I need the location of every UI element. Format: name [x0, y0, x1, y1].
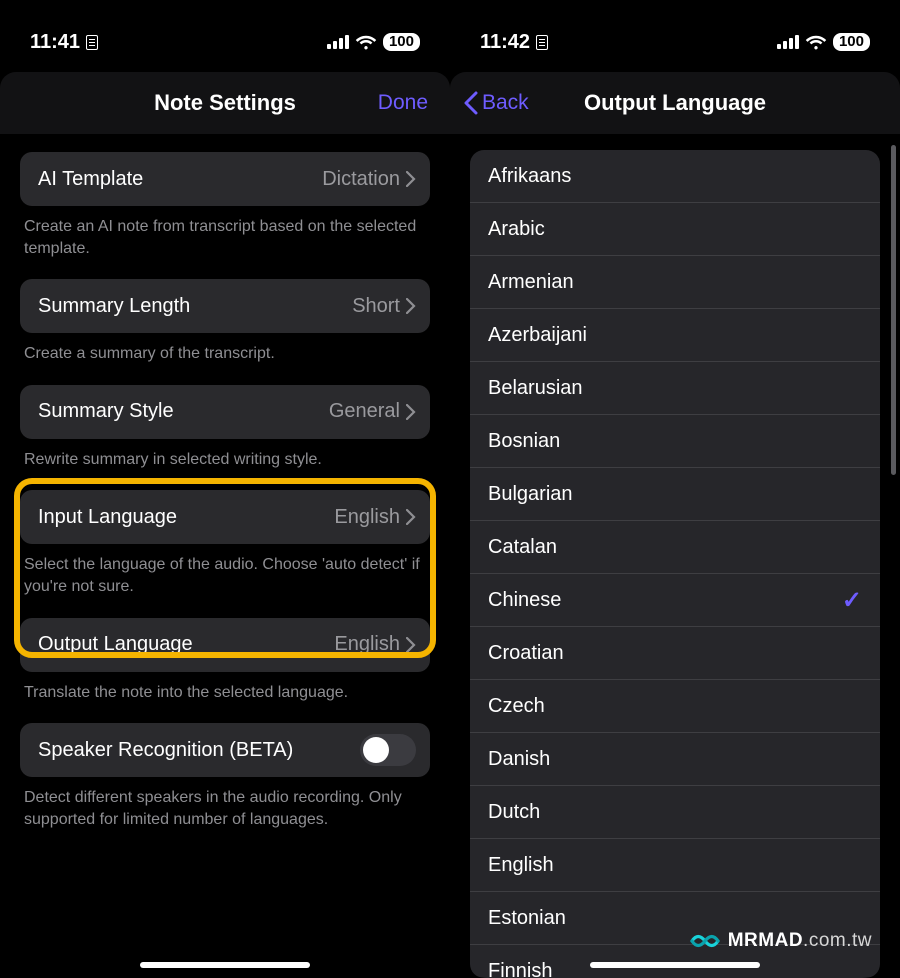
setting-label: Summary Length — [38, 295, 190, 318]
status-bar: 11:41 100 — [0, 0, 450, 60]
setting-speaker-recognition-group: Speaker Recognition (BETA) Detect differ… — [20, 723, 430, 836]
setting-ai-template-row[interactable]: AI Template Dictation — [20, 152, 430, 206]
language-label: Czech — [488, 695, 545, 718]
language-label: Arabic — [488, 218, 545, 241]
language-option[interactable]: Bulgarian — [470, 468, 880, 521]
language-label: Croatian — [488, 642, 564, 665]
nav-bar: Back Output Language — [450, 72, 900, 134]
setting-desc: Create an AI note from transcript based … — [20, 206, 430, 265]
status-right-cluster: 100 — [777, 33, 870, 51]
setting-desc: Rewrite summary in selected writing styl… — [20, 439, 430, 477]
setting-ai-template-group: AI Template Dictation Create an AI note … — [20, 152, 430, 265]
language-label: Azerbaijani — [488, 324, 587, 347]
chevron-left-icon — [462, 91, 480, 115]
speaker-recognition-toggle[interactable] — [360, 734, 416, 766]
watermark-logo-icon — [690, 930, 720, 952]
language-option[interactable]: Armenian — [470, 256, 880, 309]
language-label: Danish — [488, 748, 550, 771]
back-button[interactable]: Back — [462, 72, 529, 134]
language-option[interactable]: Chinese ✓ — [470, 574, 880, 627]
language-label: Finnish — [488, 960, 552, 978]
setting-summary-length-group: Summary Length Short Create a summary of… — [20, 279, 430, 371]
status-time: 11:42 — [480, 31, 530, 54]
right-phone-screenshot: 11:42 100 Back Output Language Afrikaans… — [450, 0, 900, 978]
chevron-right-icon — [406, 171, 416, 187]
language-list[interactable]: Afrikaans Arabic Armenian Azerbaijani Belaru… — [470, 150, 880, 978]
doc-icon — [536, 35, 548, 50]
language-label: Armenian — [488, 271, 574, 294]
language-label: Afrikaans — [488, 165, 571, 188]
cellular-icon — [327, 35, 349, 49]
setting-desc: Detect different speakers in the audio r… — [20, 777, 430, 836]
setting-value: Dictation — [322, 168, 400, 191]
language-option[interactable]: Azerbaijani — [470, 309, 880, 362]
status-bar: 11:42 100 — [450, 0, 900, 60]
language-label: Catalan — [488, 536, 557, 559]
language-list-container: Afrikaans Arabic Armenian Azerbaijani Belaru… — [470, 150, 880, 978]
page-title: Output Language — [584, 90, 766, 116]
setting-speaker-recognition-row[interactable]: Speaker Recognition (BETA) — [20, 723, 430, 777]
language-label: Bulgarian — [488, 483, 573, 506]
wifi-icon — [355, 34, 377, 50]
setting-value: General — [329, 400, 400, 423]
setting-desc: Translate the note into the selected lan… — [20, 672, 430, 710]
setting-summary-length-row[interactable]: Summary Length Short — [20, 279, 430, 333]
language-option[interactable]: Belarusian — [470, 362, 880, 415]
language-option[interactable]: Czech — [470, 680, 880, 733]
cellular-icon — [777, 35, 799, 49]
page-title: Note Settings — [154, 90, 296, 116]
watermark-brand: MRMAD — [728, 930, 803, 951]
doc-icon — [86, 35, 98, 50]
watermark: MRMAD.com.tw — [690, 930, 872, 952]
language-option[interactable]: Arabic — [470, 203, 880, 256]
chevron-right-icon — [406, 298, 416, 314]
annotation-highlight-box — [14, 478, 436, 658]
setting-label: Summary Style — [38, 400, 174, 423]
language-option[interactable]: English — [470, 839, 880, 892]
left-phone-screenshot: 11:41 100 Note Settings Done AI Template… — [0, 0, 450, 978]
language-label: Belarusian — [488, 377, 583, 400]
wifi-icon — [805, 34, 827, 50]
setting-value: Short — [352, 295, 400, 318]
language-label: Bosnian — [488, 430, 560, 453]
watermark-suffix: .com.tw — [803, 930, 872, 951]
home-indicator[interactable] — [590, 962, 760, 968]
language-option[interactable]: Catalan — [470, 521, 880, 574]
language-option[interactable]: Bosnian — [470, 415, 880, 468]
setting-desc: Create a summary of the transcript. — [20, 333, 430, 371]
chevron-right-icon — [406, 404, 416, 420]
setting-label: Speaker Recognition (BETA) — [38, 739, 293, 762]
status-right-cluster: 100 — [327, 33, 420, 51]
battery-level: 100 — [383, 33, 420, 51]
done-button[interactable]: Done — [378, 72, 428, 134]
checkmark-icon: ✓ — [842, 586, 862, 615]
language-option[interactable]: Afrikaans — [470, 150, 880, 203]
scrollbar[interactable] — [891, 145, 896, 475]
battery-level: 100 — [833, 33, 870, 51]
language-option[interactable]: Danish — [470, 733, 880, 786]
language-label: Dutch — [488, 801, 540, 824]
setting-summary-style-row[interactable]: Summary Style General — [20, 385, 430, 439]
nav-bar: Note Settings Done — [0, 72, 450, 134]
language-option[interactable]: Dutch — [470, 786, 880, 839]
language-label: English — [488, 854, 554, 877]
back-label: Back — [482, 91, 529, 115]
setting-summary-style-group: Summary Style General Rewrite summary in… — [20, 385, 430, 477]
language-label: Chinese — [488, 589, 561, 612]
status-time: 11:41 — [30, 31, 80, 54]
setting-label: AI Template — [38, 168, 143, 191]
language-label: Estonian — [488, 907, 566, 930]
home-indicator[interactable] — [140, 962, 310, 968]
language-option[interactable]: Croatian — [470, 627, 880, 680]
